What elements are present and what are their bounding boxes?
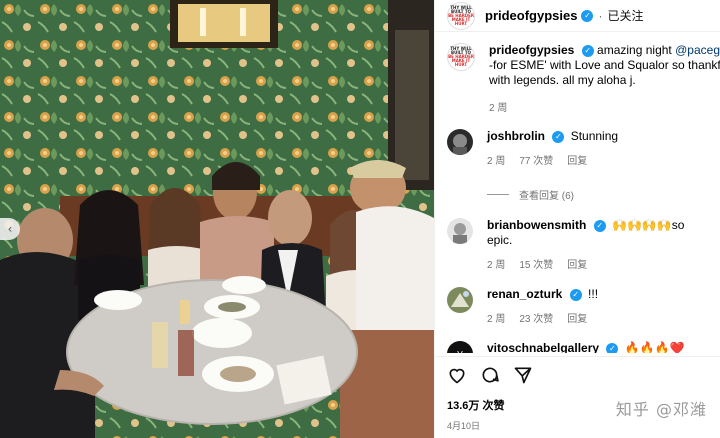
comments-feed[interactable]: THY WILL BUILT TO BE HARDER MAKE IT HURT…: [435, 33, 720, 353]
caption-avatar[interactable]: THY WILL BUILT TO BE HARDER MAKE IT HURT: [447, 43, 475, 71]
comment-username[interactable]: vitoschnabelgallery: [487, 341, 599, 353]
zhihu-watermark: 知乎 @邓潍: [615, 400, 707, 419]
caption-username[interactable]: prideofgypsies: [489, 43, 574, 57]
comment-item: V vitoschnabelgallery ✓ 🔥🔥🔥❤️: [435, 341, 720, 353]
verified-badge-icon: ✓: [581, 9, 594, 22]
separator-dot: ·: [598, 8, 603, 23]
avatar-image: [447, 129, 473, 155]
caption-mention-link[interactable]: @pacegallery: [675, 43, 720, 57]
post-header: THY WILL BUILT TO BE HARDER MAKE IT HURT…: [435, 0, 720, 32]
reply-button[interactable]: 回复: [567, 312, 587, 327]
verified-badge-icon: ✓: [581, 44, 594, 57]
replies-line: [487, 194, 509, 195]
post-photo: ‹: [0, 0, 434, 438]
post-actions: 13.6万 次赞 4月10日 知乎 @邓潍: [435, 356, 720, 438]
account-avatar[interactable]: THY WILL BUILT TO BE HARDER MAKE IT HURT: [447, 1, 475, 30]
logo-line: HURT: [454, 62, 468, 67]
caption-line-3: with legends. all my aloha j.: [489, 73, 636, 87]
caption-body: prideofgypsies ✓ amazing night @pacegall…: [489, 43, 720, 116]
comment-text: 🔥🔥🔥❤️: [624, 341, 685, 353]
verified-badge-icon: ✓: [569, 288, 582, 301]
svg-text:V: V: [457, 350, 463, 353]
action-icons: [447, 365, 709, 389]
reply-button[interactable]: 回复: [567, 154, 587, 169]
verified-badge-icon: ✓: [552, 130, 565, 143]
account-username[interactable]: prideofgypsies: [485, 8, 577, 23]
comment-time: 2 周: [487, 314, 506, 325]
comment-likes[interactable]: 77 次赞: [519, 154, 553, 169]
follow-status-button[interactable]: 已关注: [607, 7, 643, 24]
reply-button[interactable]: 回复: [567, 258, 587, 273]
comment-body: renan_ozturk ✓ !!! 2 周 23 次赞 回复: [487, 287, 709, 327]
comment-icon[interactable]: [480, 365, 500, 390]
comment-text: !!!: [588, 287, 599, 301]
caption-line-2: -for ESME' with Love and Squalor so than…: [489, 58, 720, 72]
verified-badge-icon: ✓: [593, 219, 606, 232]
commenter-avatar[interactable]: [447, 218, 473, 244]
view-replies-label: 查看回复 (6): [519, 191, 574, 202]
comment-time: 2 周: [487, 156, 506, 167]
logo-line: HURT: [454, 20, 468, 26]
avatar-image: [447, 287, 473, 313]
caption-row: THY WILL BUILT TO BE HARDER MAKE IT HURT…: [435, 43, 720, 116]
view-replies-button[interactable]: 查看回复 (6): [487, 187, 720, 202]
comment-body: joshbrolin ✓ Stunning 2 周 77 次赞 回复: [487, 129, 709, 169]
comment-likes[interactable]: 23 次赞: [519, 312, 553, 327]
caption-time: 2 周: [489, 103, 508, 114]
share-icon[interactable]: [513, 365, 533, 390]
comment-body: brianbowensmith ✓ 🙌🙌🙌🙌so epic. 2 周 15 次赞…: [487, 218, 709, 273]
comment-body: vitoschnabelgallery ✓ 🔥🔥🔥❤️: [487, 341, 709, 353]
heart-icon[interactable]: [447, 365, 467, 390]
commenter-avatar[interactable]: [447, 287, 473, 313]
comment-username[interactable]: joshbrolin: [487, 129, 545, 143]
comment-likes[interactable]: 15 次赞: [519, 258, 553, 273]
comment-item: renan_ozturk ✓ !!! 2 周 23 次赞 回复: [435, 287, 720, 327]
comment-time: 2 周: [487, 260, 506, 271]
commenter-avatar[interactable]: [447, 129, 473, 155]
chevron-left-icon: ‹: [7, 222, 13, 236]
comment-item: joshbrolin ✓ Stunning 2 周 77 次赞 回复: [435, 129, 720, 169]
comment-username[interactable]: renan_ozturk: [487, 287, 562, 301]
comment-username[interactable]: brianbowensmith: [487, 218, 586, 232]
dinner-photo-illustration: [0, 0, 434, 438]
comment-item: brianbowensmith ✓ 🙌🙌🙌🙌so epic. 2 周 15 次赞…: [435, 218, 720, 273]
avatar-image: [447, 218, 473, 244]
post-detail-panel: THY WILL BUILT TO BE HARDER MAKE IT HURT…: [434, 0, 720, 438]
verified-badge-icon: ✓: [606, 342, 619, 353]
avatar-image: V: [447, 341, 473, 353]
caption-text: amazing night: [597, 43, 672, 57]
post-date: 4月10日: [447, 421, 481, 431]
comment-text: Stunning: [570, 129, 619, 143]
commenter-avatar[interactable]: V: [447, 341, 473, 353]
